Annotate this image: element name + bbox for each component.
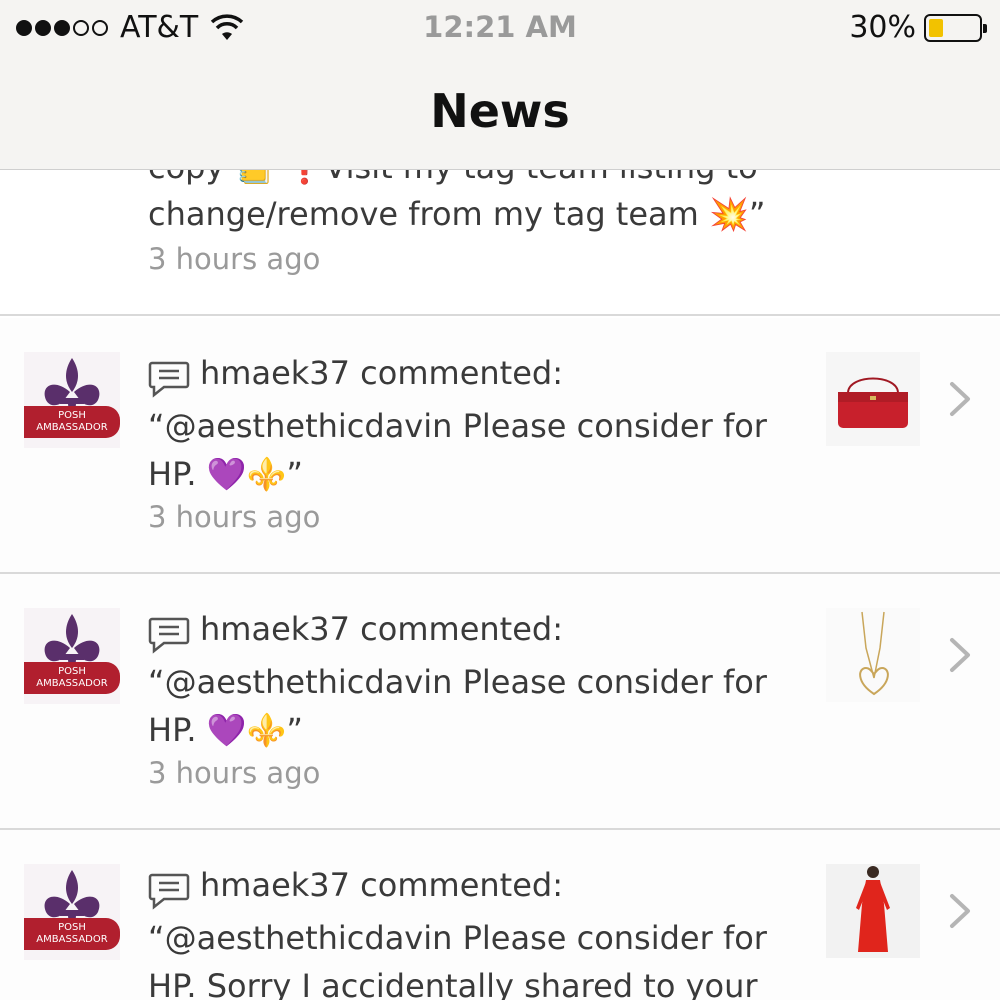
comment-headline: hmaek37 commented:	[200, 610, 563, 648]
emoji-suffix: 💜⚜️”	[206, 455, 303, 493]
avatar[interactable]: POSH AMBASSADOR	[24, 864, 120, 960]
badge-line-2: AMBASSADOR	[36, 934, 108, 945]
comment-action: commented:	[360, 866, 563, 904]
listing-thumbnail[interactable]	[826, 352, 920, 446]
comment-headline: hmaek37 commented:	[200, 354, 563, 392]
badge-line-2: AMBASSADOR	[36, 678, 108, 689]
red-handbag-image	[838, 377, 908, 428]
heart-necklace-image	[859, 611, 889, 696]
comment-icon	[148, 361, 190, 398]
posh-ambassador-badge: POSH AMBASSADOR	[24, 662, 120, 694]
comment-icon	[148, 617, 190, 654]
feed-item-text: change/remove from my tag team 💥”	[148, 195, 766, 233]
status-right: 30%	[849, 10, 987, 45]
username[interactable]: hmaek37	[200, 610, 350, 648]
posh-ambassador-badge: POSH AMBASSADOR	[24, 918, 120, 950]
listing-thumbnail[interactable]	[826, 608, 920, 702]
status-bar: AT&T 12:21 AM 30%	[0, 0, 1000, 56]
comment-text: “@aesthethicdavin Please consider for HP…	[148, 658, 788, 754]
feed-item-time: 3 hours ago	[148, 500, 321, 534]
feed-item[interactable]: POSH AMBASSADOR hmaek37 commented: “@aes…	[0, 574, 1000, 830]
page-title: News	[430, 84, 570, 138]
comment-headline: hmaek37 commented:	[200, 866, 563, 904]
username[interactable]: hmaek37	[200, 354, 350, 392]
top-bar: AT&T 12:21 AM 30% News	[0, 0, 1000, 170]
feed-item-time: 3 hours ago	[148, 756, 321, 790]
battery-fill	[929, 18, 943, 37]
comment-icon	[148, 873, 190, 910]
username[interactable]: hmaek37	[200, 866, 350, 904]
red-dress-image	[856, 866, 890, 952]
battery-percent: 30%	[849, 10, 916, 45]
battery-nub	[983, 23, 987, 33]
feed-item-time: 3 hours ago	[148, 242, 321, 276]
chevron-right-icon[interactable]	[948, 380, 972, 418]
chevron-right-icon[interactable]	[948, 636, 972, 674]
feed-item[interactable]: POSH AMBASSADOR hmaek37 commented: “@aes…	[0, 318, 1000, 574]
badge-line-1: POSH	[58, 410, 86, 421]
comment-text: “@aesthethicdavin Please consider for HP…	[148, 402, 788, 498]
comment-action: commented:	[360, 610, 563, 648]
emoji-suffix: 💜⚜️”	[206, 711, 303, 749]
chevron-right-icon[interactable]	[948, 892, 972, 930]
comment-text: “@aesthethicdavin Please consider for HP…	[148, 914, 788, 1000]
posh-ambassador-badge: POSH AMBASSADOR	[24, 406, 120, 438]
avatar[interactable]: POSH AMBASSADOR	[24, 608, 120, 704]
badge-line-2: AMBASSADOR	[36, 422, 108, 433]
comment-body: “@aesthethicdavin Please consider for HP…	[148, 919, 767, 1000]
listing-thumbnail[interactable]	[826, 864, 920, 958]
comment-action: commented:	[360, 354, 563, 392]
avatar[interactable]: POSH AMBASSADOR	[24, 352, 120, 448]
feed-item[interactable]: POSH AMBASSADOR hmaek37 commented: “@aes…	[0, 830, 1000, 1000]
badge-line-1: POSH	[58, 922, 86, 933]
battery-icon	[924, 13, 987, 42]
badge-line-1: POSH	[58, 666, 86, 677]
